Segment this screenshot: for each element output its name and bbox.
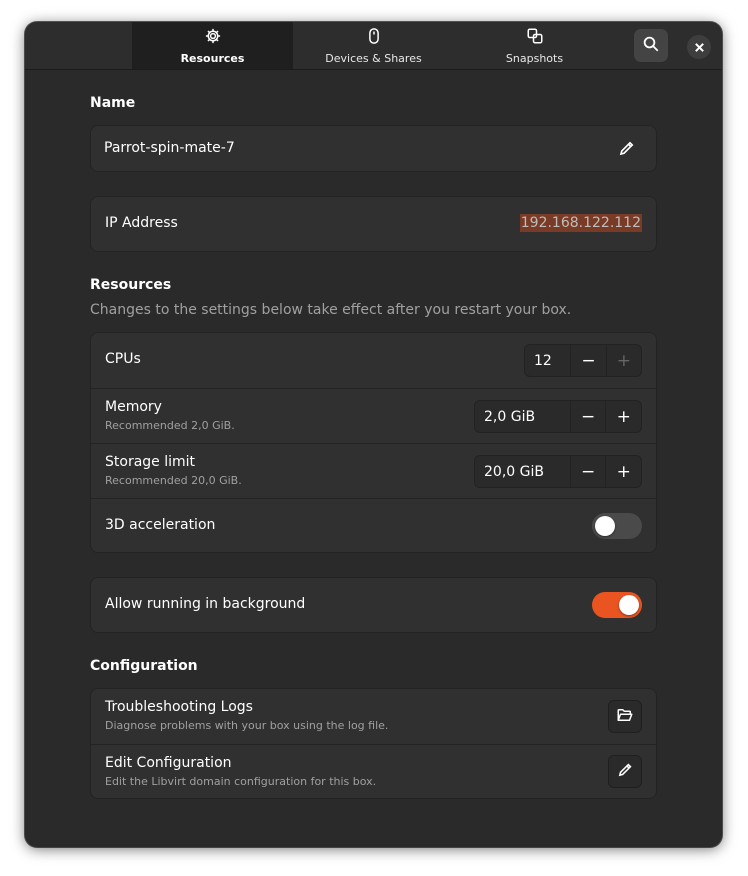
resources-heading: Resources xyxy=(90,277,172,293)
edit-configuration-row: Edit Configuration Edit the Libvirt doma… xyxy=(91,744,656,798)
cpus-row: CPUs 12 − + xyxy=(91,333,656,388)
pencil-icon xyxy=(617,761,634,782)
resources-subtitle: Changes to the settings below take effec… xyxy=(90,302,572,318)
pencil-icon[interactable] xyxy=(618,139,636,161)
memory-spinner: 2,0 GiB − + xyxy=(474,400,642,433)
edit-configuration-title: Edit Configuration xyxy=(105,755,232,771)
header-bar: Resources Devices & Shares Snapshots xyxy=(25,22,722,70)
resources-card: CPUs 12 − + Memory Recommended 2,0 GiB. … xyxy=(90,332,657,553)
name-value[interactable]: Parrot-spin-mate-7 xyxy=(104,140,235,156)
gear-icon xyxy=(204,27,222,52)
troubleshooting-logs-row: Troubleshooting Logs Diagnose problems w… xyxy=(91,689,656,744)
ip-address-label: IP Address xyxy=(105,215,178,231)
box-properties-window: Resources Devices & Shares Snapshots Nam… xyxy=(25,22,722,847)
configuration-card: Troubleshooting Logs Diagnose problems w… xyxy=(90,688,657,799)
memory-value[interactable]: 2,0 GiB xyxy=(475,401,570,432)
ip-address-value[interactable]: 192.168.122.112 xyxy=(519,214,642,232)
edit-configuration-button[interactable] xyxy=(608,755,642,788)
storage-recommendation: Recommended 20,0 GiB. xyxy=(105,474,242,487)
copy-icon xyxy=(526,27,544,52)
memory-recommendation: Recommended 2,0 GiB. xyxy=(105,419,235,432)
cpus-decrease-button[interactable]: − xyxy=(570,345,605,376)
open-logs-button[interactable] xyxy=(608,700,642,733)
memory-increase-button[interactable]: + xyxy=(605,401,641,432)
storage-increase-button[interactable]: + xyxy=(605,456,641,487)
tab-resources[interactable]: Resources xyxy=(132,22,293,69)
tab-devices-shares[interactable]: Devices & Shares xyxy=(293,22,454,69)
tab-label: Devices & Shares xyxy=(325,51,422,65)
storage-spinner: 20,0 GiB − + xyxy=(474,455,642,488)
memory-row: Memory Recommended 2,0 GiB. 2,0 GiB − + xyxy=(91,388,656,443)
edit-configuration-description: Edit the Libvirt domain configuration fo… xyxy=(105,775,377,788)
3d-acceleration-switch[interactable] xyxy=(592,513,642,539)
storage-label: Storage limit xyxy=(105,454,196,470)
storage-decrease-button[interactable]: − xyxy=(569,456,606,487)
3d-acceleration-row: 3D acceleration xyxy=(91,498,656,552)
search-button[interactable] xyxy=(634,29,668,62)
cpus-increase-button[interactable]: + xyxy=(605,345,641,376)
name-heading: Name xyxy=(90,95,136,111)
cpus-spinner: 12 − + xyxy=(524,344,642,377)
memory-label: Memory xyxy=(105,399,162,415)
configuration-heading: Configuration xyxy=(90,658,198,674)
name-entry-card[interactable]: Parrot-spin-mate-7 xyxy=(90,125,657,172)
cpus-value[interactable]: 12 xyxy=(525,345,570,376)
background-label: Allow running in background xyxy=(105,596,306,612)
search-icon xyxy=(642,35,660,57)
troubleshooting-logs-description: Diagnose problems with your box using th… xyxy=(105,719,389,732)
troubleshooting-logs-title: Troubleshooting Logs xyxy=(105,699,253,715)
tab-label: Resources xyxy=(180,51,245,65)
mouse-icon xyxy=(365,27,383,52)
switch-knob xyxy=(619,595,639,615)
tab-snapshots[interactable]: Snapshots xyxy=(454,22,615,69)
switch-knob xyxy=(595,516,615,536)
tab-label: Snapshots xyxy=(505,51,564,65)
3d-acceleration-label: 3D acceleration xyxy=(105,517,216,533)
close-icon xyxy=(694,38,705,57)
folder-open-icon xyxy=(616,706,634,728)
storage-row: Storage limit Recommended 20,0 GiB. 20,0… xyxy=(91,443,656,498)
close-button[interactable] xyxy=(687,35,711,59)
cpus-label: CPUs xyxy=(105,351,141,367)
background-switch[interactable] xyxy=(592,592,642,618)
storage-value[interactable]: 20,0 GiB xyxy=(475,456,570,487)
memory-decrease-button[interactable]: − xyxy=(569,401,606,432)
ip-address-card: IP Address 192.168.122.112 xyxy=(90,196,657,252)
background-card: Allow running in background xyxy=(90,577,657,633)
